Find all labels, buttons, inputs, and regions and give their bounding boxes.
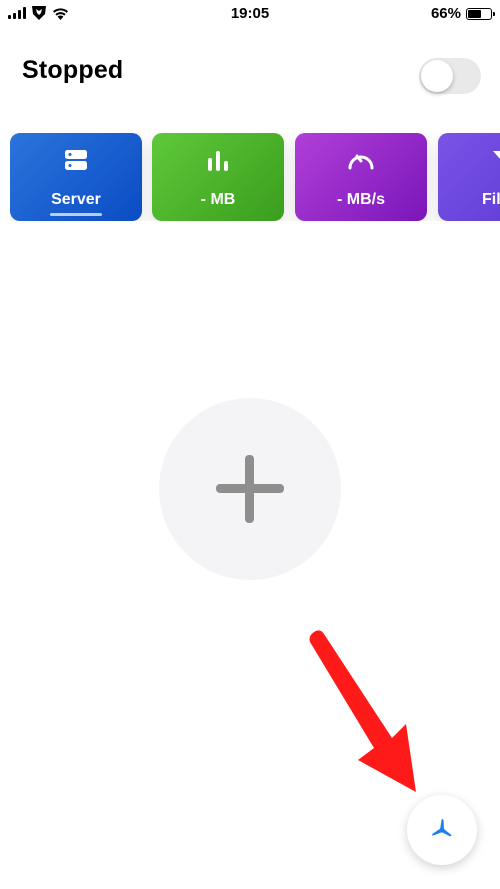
clock: 19:05 [230, 5, 270, 22]
battery-percent: 66% [430, 5, 461, 22]
speedometer-icon [348, 154, 374, 170]
card-label-filter: Fil [482, 191, 500, 208]
card-speed[interactable]: - MB/s [295, 133, 427, 221]
status-right: 66% [430, 5, 495, 22]
stats-card-row[interactable]: Server - MB - MB/s Fil [10, 133, 500, 221]
page-title: Stopped [22, 56, 124, 84]
power-toggle[interactable] [419, 58, 481, 94]
selected-indicator [50, 213, 102, 216]
toggle-knob [421, 60, 453, 92]
battery-fill [468, 9, 481, 18]
card-server[interactable]: Server [10, 133, 142, 221]
card-data-usage[interactable]: - MB [152, 133, 284, 221]
fan-fab-button[interactable] [407, 795, 477, 865]
server-icon [65, 150, 87, 170]
fan-icon [432, 819, 452, 837]
bar-chart-icon [208, 151, 228, 171]
card-label-server: Server [51, 191, 101, 208]
status-bar: 19:05 66% [0, 0, 500, 28]
add-button[interactable] [159, 398, 341, 580]
battery-icon [466, 7, 495, 20]
card-filter[interactable]: Fil [438, 133, 500, 221]
filter-icon [493, 151, 500, 159]
card-label-data: - MB [200, 191, 236, 208]
red-arrow-icon [309, 630, 416, 792]
card-label-speed: - MB/s [337, 191, 385, 208]
